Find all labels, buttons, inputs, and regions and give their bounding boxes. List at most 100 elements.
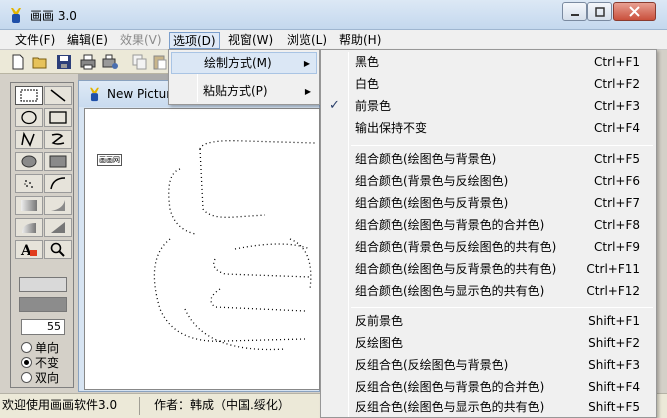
submenu-item-combine-1[interactable]: 组合颜色(绘图色与背景色) Ctrl+F5 [323,148,654,170]
menu-options[interactable]: 选项(D) [169,32,220,49]
paste-icon[interactable] [152,54,168,70]
menu-item-label: 组合颜色(绘图色与反背景色) [355,196,509,210]
menu-item-label: 组合颜色(绘图色与反背景色的共有色) [355,262,557,276]
submenu-item-invert-foreground[interactable]: 反前景色 Shift+F1 [323,310,654,332]
menu-browse[interactable]: 浏览(L) [284,32,330,49]
menu-item-label: 反绘图色 [355,336,404,350]
background-color-swatch[interactable] [19,297,67,312]
rectangle-tool-icon [20,89,38,102]
main-toolbar [0,50,170,74]
rounded-rect-tool[interactable] [44,108,72,127]
title-bar: 画画 3.0 [0,0,667,30]
menu-item-label: 组合颜色(背景色与反绘图色) [355,174,509,188]
print-icon[interactable] [80,54,96,70]
submenu-item-white[interactable]: 白色 Ctrl+F2 [323,73,654,95]
submenu-item-foreground[interactable]: ✓ 前景色 Ctrl+F3 [323,95,654,117]
gradient-rect-tool[interactable] [15,196,43,215]
menu-help[interactable]: 帮助(H) [336,32,384,49]
maximize-icon [594,6,605,17]
checkmark-icon: ✓ [329,98,340,113]
filled-rect-tool[interactable] [44,152,72,171]
submenu-item-combine-5[interactable]: 组合颜色(背景色与反绘图色的共有色) Ctrl+F9 [323,236,654,258]
submenu-item-combine-4[interactable]: 组合颜色(绘图色与背景色的合并色) Ctrl+F8 [323,214,654,236]
menu-item-shortcut: Ctrl+F3 [594,99,640,113]
submenu-item-keep-output[interactable]: 输出保持不变 Ctrl+F4 [323,117,654,139]
submenu-arrow-icon: ▶ [303,59,310,68]
ellipse-tool[interactable] [15,108,43,127]
menu-item-label: 前景色 [355,99,392,113]
menu-item-label: 组合颜色(绘图色与显示色的共有色) [355,284,545,298]
radio-button[interactable] [21,372,32,383]
gradient-shape-tool[interactable] [15,218,43,237]
menu-window[interactable]: 视窗(W) [225,32,276,49]
menu-item-label: 白色 [355,77,380,91]
zoom-tool-icon [50,242,65,257]
menu-separator [351,145,653,146]
submenu-item-combine-6[interactable]: 组合颜色(绘图色与反背景色的共有色) Ctrl+F11 [323,258,654,280]
text-tool-icon: A [20,243,37,259]
menu-item-shortcut: Shift+F3 [588,358,640,372]
menu-bar: 文件(F) 编辑(E) 效果(V) 选项(D) 视窗(W) 浏览(L) 帮助(H… [0,30,667,50]
maximize-button[interactable] [587,2,612,21]
close-icon [629,6,640,17]
menu-item-shortcut: Shift+F5 [588,400,640,414]
copy-icon[interactable] [132,54,148,70]
menu-item-draw-mode[interactable]: 绘制方式(M) ▶ [171,52,317,74]
polyline-tool[interactable] [15,130,43,149]
drawing-canvas[interactable]: 画画网 [84,108,320,390]
rectangle-tool[interactable] [15,86,43,105]
minimize-button[interactable] [562,2,587,21]
menu-item-label: 绘制方式(M) [204,56,272,70]
fill-tool[interactable] [44,218,72,237]
submenu-item-combine-2[interactable]: 组合颜色(背景色与反绘图色) Ctrl+F6 [323,170,654,192]
polyline-tool-icon [21,131,35,147]
radio-button[interactable] [21,342,32,353]
filled-ellipse-tool[interactable] [15,152,43,171]
picture-window[interactable]: New Picture 画画网 [78,80,320,392]
menu-item-label: 黑色 [355,55,380,69]
option-double[interactable]: 双向 [21,369,59,386]
submenu-item-black[interactable]: 黑色 Ctrl+F1 [323,51,654,73]
rounded-rect-tool-icon [49,111,67,124]
arc-tool-icon [50,177,66,190]
gradient-shape-tool-icon [22,223,36,233]
filled-rect-tool-icon [49,155,67,168]
submenu-item-combine-3[interactable]: 组合颜色(绘图色与反背景色) Ctrl+F7 [323,192,654,214]
zoom-tool[interactable] [44,240,72,259]
menu-item-shortcut: Ctrl+F9 [594,240,640,254]
freehand-tool[interactable] [44,130,72,149]
tool-palette: A 55 单向 不变 双向 [10,82,74,388]
open-folder-icon[interactable] [32,54,48,70]
submenu-item-invert-combine-1[interactable]: 反组合色(反绘图色与背景色) Shift+F3 [323,354,654,376]
spray-tool[interactable] [15,174,43,193]
print-setup-icon[interactable] [102,54,118,70]
submenu-item-combine-7[interactable]: 组合颜色(绘图色与显示色的共有色) Ctrl+F12 [323,280,654,302]
minimize-icon [570,13,579,16]
menu-item-label: 组合颜色(背景色与反绘图色的共有色) [355,240,557,254]
save-icon[interactable] [56,54,72,70]
menu-item-shortcut: Ctrl+F6 [594,174,640,188]
new-file-icon[interactable] [10,54,26,70]
menu-item-shortcut: Ctrl+F2 [594,77,640,91]
radio-button-selected[interactable] [21,357,32,368]
line-tool[interactable] [44,86,72,105]
fill-tool-icon [51,222,65,233]
spray-tool-icon [24,180,33,188]
foreground-color-swatch[interactable] [19,277,67,292]
text-tool[interactable]: A [15,240,43,259]
filled-polygon-tool[interactable] [44,196,72,215]
menu-file[interactable]: 文件(F) [12,32,58,49]
dotted-drawing [153,140,316,351]
submenu-item-invert-combine-3[interactable]: 反组合色(绘图色与显示色的共有色) Shift+F5 [323,396,654,418]
menu-item-label: 组合颜色(绘图色与背景色的合并色) [355,218,545,232]
menu-effects[interactable]: 效果(V) [117,32,165,49]
option-label: 双向 [35,371,60,385]
submenu-item-invert-draw[interactable]: 反绘图色 Shift+F2 [323,332,654,354]
close-button[interactable] [613,2,656,21]
menu-item-shortcut: Shift+F2 [588,336,640,350]
submenu-item-invert-combine-2[interactable]: 反组合色(绘图色与背景色的合并色) Shift+F4 [323,376,654,398]
menu-edit[interactable]: 编辑(E) [64,32,111,49]
arc-tool[interactable] [44,174,72,193]
line-width-field[interactable]: 55 [21,319,65,335]
menu-item-paste-mode[interactable]: 粘贴方式(P) ▶ [171,81,317,103]
